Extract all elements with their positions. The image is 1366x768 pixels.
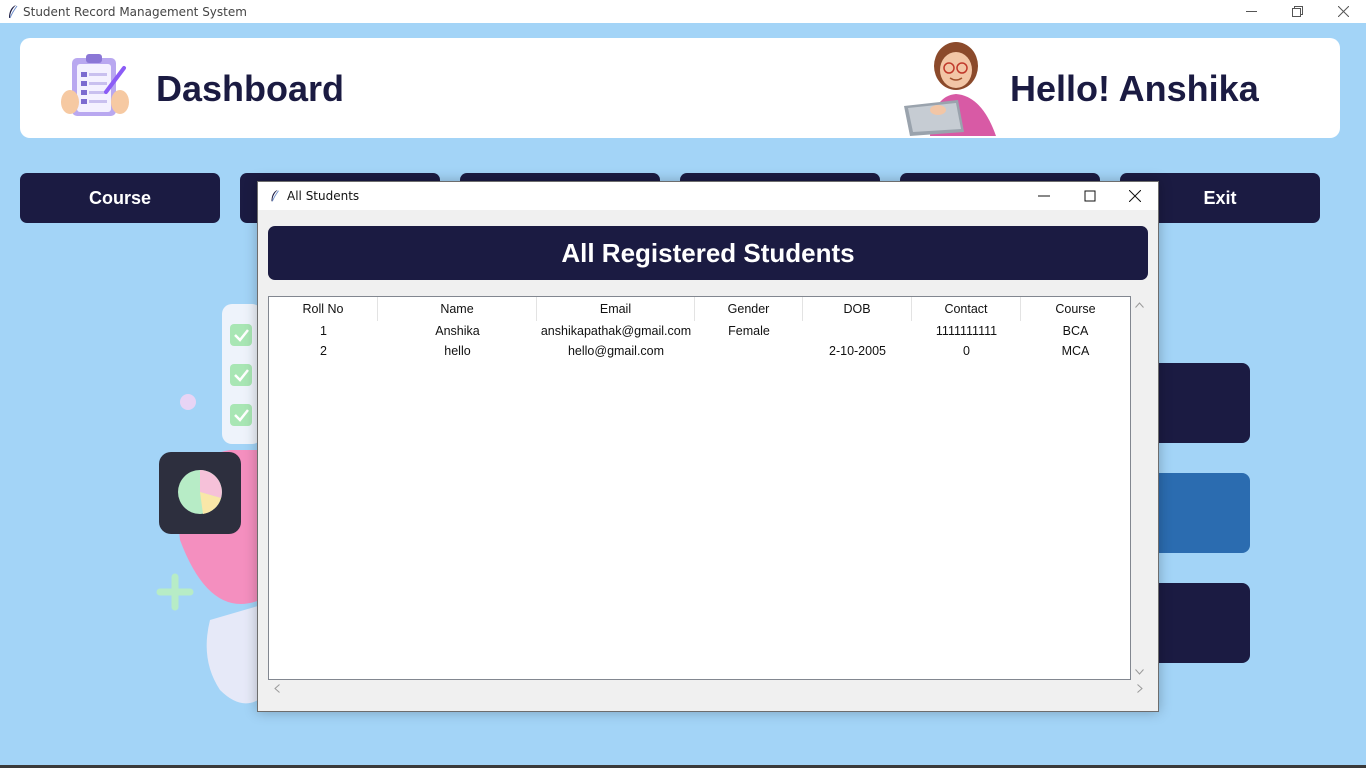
- scroll-up-button[interactable]: [1131, 296, 1148, 313]
- column-header-name[interactable]: Name: [378, 297, 537, 321]
- feather-icon: [9, 4, 18, 18]
- minimize-icon: [1038, 195, 1050, 197]
- page-title: Dashboard: [156, 68, 345, 109]
- cell-course: MCA: [1061, 344, 1090, 358]
- table-row[interactable]: 2 hello hello@gmail.com 2-10-2005 0 MCA: [269, 341, 1130, 361]
- restore-icon: [1291, 6, 1303, 17]
- cell-email: hello@gmail.com: [567, 344, 665, 358]
- all-students-dialog: All Students All Registered Students Rol…: [257, 181, 1159, 712]
- chevron-up-icon: [1135, 301, 1144, 308]
- dialog-title: All Students: [287, 189, 360, 203]
- cell-name: hello: [444, 344, 471, 358]
- table-header: Roll No Name Email Gender DOB Contact Co…: [269, 297, 1130, 321]
- students-table[interactable]: Roll No Name Email Gender DOB Contact Co…: [268, 296, 1131, 680]
- column-header-email[interactable]: Email: [537, 297, 695, 321]
- close-button[interactable]: [1320, 0, 1366, 23]
- restore-button[interactable]: [1274, 0, 1320, 23]
- dialog-maximize-button[interactable]: [1067, 182, 1113, 210]
- horizontal-scrollbar[interactable]: [268, 680, 1148, 697]
- clipboard-icon: [61, 54, 129, 116]
- minimize-button[interactable]: [1228, 0, 1274, 23]
- column-header-contact[interactable]: Contact: [912, 297, 1021, 321]
- cell-gender: [695, 341, 803, 361]
- course-button[interactable]: Course: [20, 173, 220, 223]
- dialog-minimize-button[interactable]: [1021, 182, 1067, 210]
- cell-course: BCA: [1062, 324, 1089, 338]
- cell-dob: [803, 321, 912, 341]
- dialog-titlebar: All Students: [258, 182, 1158, 210]
- close-icon: [1129, 190, 1141, 202]
- scroll-down-button[interactable]: [1131, 663, 1148, 680]
- avatar: [904, 42, 996, 136]
- app-titlebar: Student Record Management System: [0, 0, 1366, 23]
- chevron-down-icon: [1135, 668, 1144, 675]
- chevron-right-icon: [1136, 684, 1143, 693]
- app-title: Student Record Management System: [23, 4, 247, 19]
- feather-icon: [271, 189, 279, 202]
- pie-chart-icon: [159, 452, 241, 534]
- cell-contact: 0: [963, 344, 970, 358]
- maximize-icon: [1084, 190, 1096, 202]
- greeting-text: Hello! Anshika: [1010, 68, 1259, 109]
- close-icon: [1337, 6, 1349, 17]
- dialog-close-button[interactable]: [1112, 182, 1158, 210]
- column-header-roll-no[interactable]: Roll No: [269, 297, 378, 321]
- cell-contact: 1111111111: [935, 324, 998, 338]
- column-header-dob[interactable]: DOB: [803, 297, 912, 321]
- cell-dob: 2-10-2005: [829, 344, 886, 358]
- header-card: Dashboard Hello! Anshika: [20, 38, 1340, 138]
- dashboard-card-2[interactable]: [1150, 473, 1250, 553]
- vertical-scrollbar[interactable]: [1131, 296, 1148, 680]
- column-header-course[interactable]: Course: [1021, 297, 1130, 321]
- cell-name: Anshika: [435, 324, 480, 338]
- chevron-left-icon: [273, 684, 280, 693]
- cell-gender: Female: [728, 324, 770, 338]
- dialog-banner: All Registered Students: [268, 226, 1148, 280]
- dashboard-card-3[interactable]: [1150, 583, 1250, 663]
- table-row[interactable]: 1 Anshika anshikapathak@gmail.com Female…: [269, 321, 1130, 341]
- cell-roll-no: 1: [320, 324, 327, 338]
- cell-email: anshikapathak@gmail.com: [540, 324, 692, 338]
- dashboard-card-1[interactable]: [1150, 363, 1250, 443]
- scroll-right-button[interactable]: [1131, 680, 1148, 697]
- cell-roll-no: 2: [320, 344, 327, 358]
- column-header-gender[interactable]: Gender: [695, 297, 803, 321]
- scroll-left-button[interactable]: [268, 680, 285, 697]
- minimize-icon: [1245, 11, 1257, 12]
